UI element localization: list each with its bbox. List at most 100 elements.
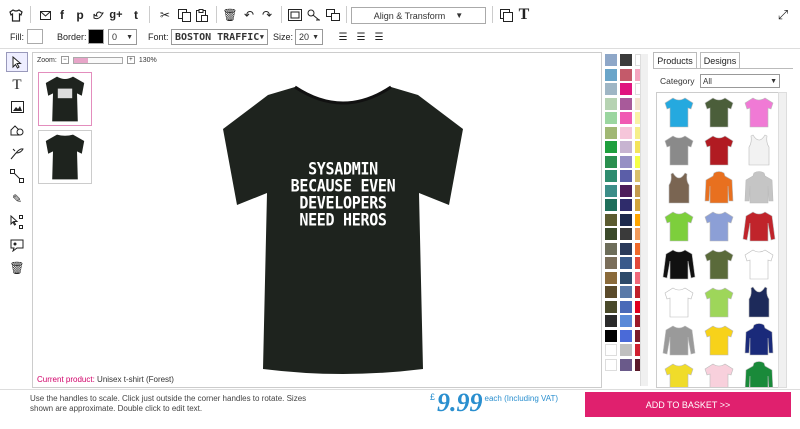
- color-swatch[interactable]: [605, 155, 617, 168]
- node-edit-icon[interactable]: [6, 166, 28, 186]
- crop-icon[interactable]: [305, 6, 323, 24]
- color-swatch[interactable]: [620, 199, 632, 211]
- color-swatch[interactable]: [605, 184, 617, 197]
- paste-icon[interactable]: [193, 6, 211, 24]
- product-thumbnail[interactable]: [702, 209, 736, 243]
- zoom-slider[interactable]: [72, 56, 123, 64]
- image-frame-icon[interactable]: [286, 6, 304, 24]
- product-thumbnail[interactable]: [742, 209, 776, 243]
- email-icon[interactable]: [36, 6, 54, 24]
- font-select[interactable]: BOSTON TRAFFIC ▼: [171, 29, 268, 45]
- copy-icon[interactable]: [175, 6, 193, 24]
- color-swatch[interactable]: [620, 213, 632, 226]
- align-transform-dropdown[interactable]: Align & Transform ▼: [351, 7, 486, 24]
- product-thumbnail[interactable]: [742, 95, 776, 129]
- color-swatch[interactable]: [620, 184, 632, 197]
- trash-icon[interactable]: 🗑: [221, 6, 239, 24]
- color-swatch[interactable]: [620, 83, 632, 95]
- product-thumbnail[interactable]: [702, 361, 736, 388]
- color-swatch[interactable]: [605, 141, 617, 153]
- color-swatch[interactable]: [605, 126, 617, 139]
- color-swatch[interactable]: [620, 97, 632, 110]
- color-swatch[interactable]: [620, 242, 632, 255]
- product-thumbnail[interactable]: [662, 247, 696, 281]
- text-format-icon[interactable]: T: [515, 6, 533, 24]
- product-thumbnail[interactable]: [662, 95, 696, 129]
- facebook-icon[interactable]: f: [53, 6, 71, 24]
- color-swatch[interactable]: [605, 199, 617, 211]
- color-swatch[interactable]: [620, 112, 632, 124]
- add-to-basket-button[interactable]: ADD TO BASKET >>: [585, 392, 791, 417]
- color-swatch[interactable]: [605, 257, 617, 269]
- color-swatch[interactable]: [605, 242, 617, 255]
- color-swatch[interactable]: [620, 329, 632, 342]
- product-thumbnail[interactable]: [742, 133, 776, 167]
- product-thumbnail[interactable]: [662, 285, 696, 319]
- color-swatch[interactable]: [620, 126, 632, 139]
- redo-icon[interactable]: ↷: [258, 6, 276, 24]
- product-thumbnail[interactable]: [662, 133, 696, 167]
- front-view-thumbnail[interactable]: [38, 72, 92, 126]
- border-color-swatch[interactable]: [88, 29, 104, 44]
- color-swatch[interactable]: [620, 344, 632, 356]
- align-right-icon[interactable]: ☰: [370, 28, 388, 46]
- delete-tool-icon[interactable]: 🗑: [6, 258, 28, 278]
- color-swatch[interactable]: [605, 68, 617, 81]
- color-swatch[interactable]: [620, 228, 632, 240]
- product-thumbnail[interactable]: [702, 323, 736, 357]
- product-thumbnail[interactable]: [702, 133, 736, 167]
- tumblr-icon[interactable]: t: [127, 6, 145, 24]
- clipart-icon[interactable]: [6, 143, 28, 163]
- color-swatch[interactable]: [620, 286, 632, 298]
- zoom-in-icon[interactable]: +: [126, 56, 135, 64]
- product-thumbnail[interactable]: [702, 95, 736, 129]
- shirt-print-text[interactable]: SYSADMIN BECAUSE EVEN DEVELOPERS NEED HE…: [213, 160, 473, 230]
- product-thumbnail[interactable]: [702, 171, 736, 205]
- back-view-thumbnail[interactable]: [38, 130, 92, 184]
- color-swatch[interactable]: [620, 300, 632, 313]
- google-plus-icon[interactable]: g+: [107, 6, 125, 24]
- product-scrollbar[interactable]: [778, 92, 787, 388]
- color-swatch[interactable]: [620, 257, 632, 269]
- shapes-icon[interactable]: [6, 120, 28, 140]
- category-select[interactable]: All ▼: [700, 74, 780, 88]
- color-swatch[interactable]: [605, 329, 617, 342]
- color-swatch[interactable]: [605, 228, 617, 240]
- color-swatch[interactable]: [605, 286, 617, 298]
- color-swatch[interactable]: [620, 358, 632, 371]
- align-center-icon[interactable]: ☰: [352, 28, 370, 46]
- product-thumbnail[interactable]: [742, 361, 776, 388]
- color-swatch[interactable]: [620, 155, 632, 168]
- design-canvas[interactable]: Zoom: − + 130% SYSADMIN BECAUSE EVEN DEV…: [32, 52, 602, 388]
- color-swatch[interactable]: [605, 300, 617, 313]
- product-thumbnail[interactable]: [742, 171, 776, 205]
- color-swatch[interactable]: [620, 141, 632, 153]
- product-thumbnail[interactable]: [662, 209, 696, 243]
- palette-scrollbar[interactable]: [640, 54, 648, 386]
- product-thumbnail[interactable]: [662, 323, 696, 357]
- color-swatch[interactable]: [605, 271, 617, 284]
- product-thumbnail[interactable]: [742, 247, 776, 281]
- image-effects-icon[interactable]: [6, 235, 28, 255]
- color-swatch[interactable]: [605, 83, 617, 95]
- layers-icon[interactable]: [324, 6, 342, 24]
- product-thumbnail[interactable]: [742, 323, 776, 357]
- color-swatch[interactable]: [605, 54, 617, 66]
- color-swatch[interactable]: [605, 97, 617, 110]
- fill-color-swatch[interactable]: [27, 29, 43, 44]
- pinterest-icon[interactable]: p: [71, 6, 89, 24]
- color-swatch[interactable]: [605, 358, 617, 371]
- product-thumbnail[interactable]: [702, 247, 736, 281]
- color-swatch[interactable]: [605, 170, 617, 182]
- color-swatch[interactable]: [620, 271, 632, 284]
- pencil-icon[interactable]: ✎: [6, 189, 28, 209]
- select-pointer-icon[interactable]: [6, 52, 28, 72]
- color-swatch[interactable]: [605, 315, 617, 327]
- cut-icon[interactable]: ✂: [156, 6, 174, 24]
- tab-designs[interactable]: Designs: [700, 52, 740, 68]
- color-swatch[interactable]: [605, 112, 617, 124]
- arrange-icon[interactable]: [497, 6, 515, 24]
- tshirt-icon[interactable]: [7, 6, 25, 24]
- path-select-icon[interactable]: [6, 212, 28, 232]
- color-swatch[interactable]: [620, 170, 632, 182]
